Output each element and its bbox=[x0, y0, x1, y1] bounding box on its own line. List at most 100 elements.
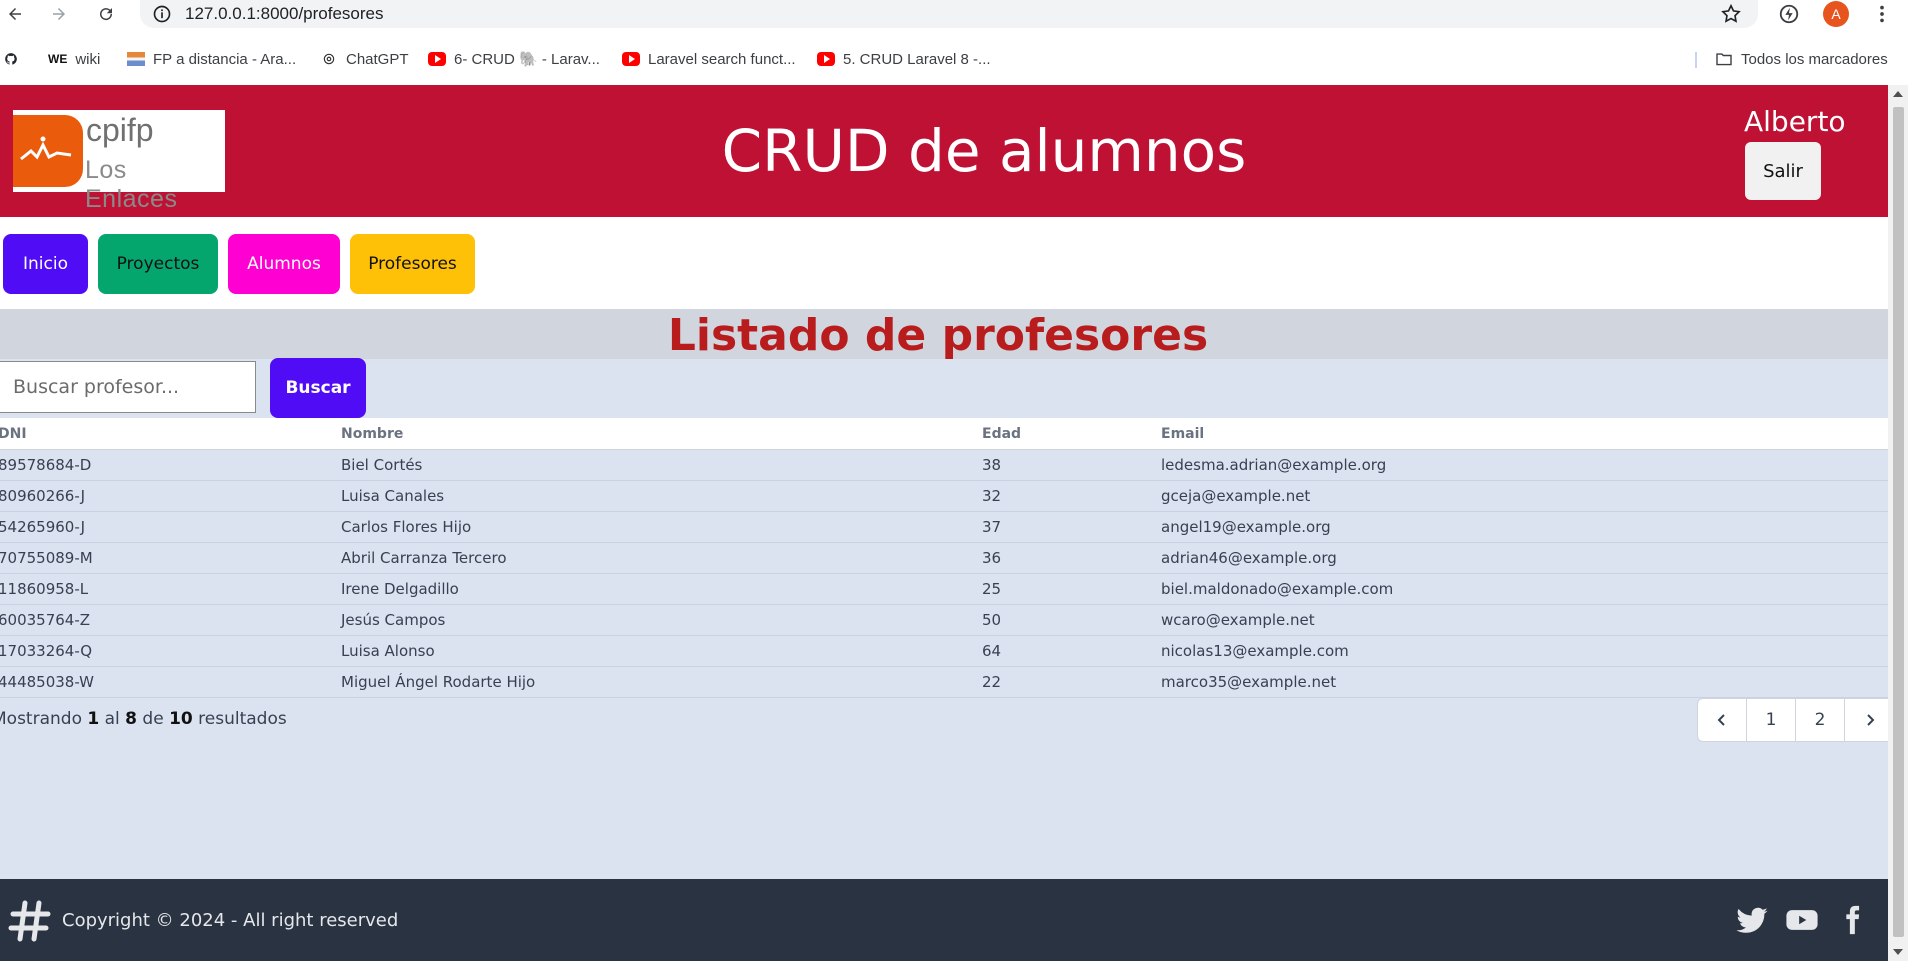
cell-dni: 89578684-D bbox=[0, 456, 92, 474]
table-row: 11860958-L Irene Delgadillo 25 biel.maldona… bbox=[0, 574, 1888, 605]
browser-toolbar: 127.0.0.1:8000/profesores A bbox=[0, 0, 1908, 28]
reload-button[interactable] bbox=[95, 3, 117, 25]
star-icon[interactable] bbox=[1720, 3, 1742, 25]
we-icon: WE bbox=[48, 52, 68, 66]
table-row: 54265960-J Carlos Flores Hijo 37 angel19@ex… bbox=[0, 512, 1888, 543]
table-row: 70755089-M Abril Carranza Tercero 36 adrian… bbox=[0, 543, 1888, 574]
bookmark-crud-laravel[interactable]: 6- CRUD 🐘 - Larav... bbox=[428, 49, 600, 69]
cell-email: biel.maldonado@example.com bbox=[1161, 580, 1394, 598]
forward-button[interactable] bbox=[48, 3, 70, 25]
site-header: cpifp Los Enlaces CRUD de alumnos Albert… bbox=[0, 85, 1888, 217]
bookmarks-bar: WE wiki FP a distancia - Ara... ChatGPT … bbox=[0, 44, 1908, 74]
table-row: 44485038-W Miguel Ángel Rodarte Hijo 22 mar… bbox=[0, 667, 1888, 698]
pagination: 1 2 bbox=[1697, 698, 1895, 742]
next-page-button[interactable] bbox=[1845, 699, 1894, 741]
reload-icon bbox=[100, 8, 113, 21]
cell-email: adrian46@example.org bbox=[1161, 549, 1337, 567]
table-header: DNI Nombre Edad Email bbox=[0, 418, 1888, 450]
vertical-scrollbar[interactable] bbox=[1888, 85, 1908, 961]
info-icon[interactable] bbox=[152, 4, 172, 24]
cell-nombre: Carlos Flores Hijo bbox=[341, 518, 472, 536]
cell-nombre: Biel Cortés bbox=[341, 456, 423, 474]
chevron-left-icon bbox=[1717, 714, 1725, 726]
cell-dni: 80960266-J bbox=[0, 487, 86, 505]
cell-edad: 37 bbox=[982, 518, 1002, 536]
twitter-icon[interactable] bbox=[1735, 903, 1769, 937]
cell-email: ledesma.adrian@example.org bbox=[1161, 456, 1387, 474]
cell-dni: 11860958-L bbox=[0, 580, 89, 598]
cell-nombre: Luisa Alonso bbox=[341, 642, 435, 660]
scroll-up-arrow-icon[interactable] bbox=[1893, 91, 1903, 97]
menu-profesores[interactable]: Profesores bbox=[350, 234, 475, 294]
cell-edad: 22 bbox=[982, 673, 1002, 691]
summary-from: 1 bbox=[87, 709, 100, 729]
menu-proyectos[interactable]: Proyectos bbox=[98, 234, 218, 294]
cell-dni: 17033264-Q bbox=[0, 642, 93, 660]
summary-de: de bbox=[142, 709, 164, 729]
menu-inicio[interactable]: Inicio bbox=[3, 234, 88, 294]
page-2-button[interactable]: 2 bbox=[1796, 699, 1845, 741]
bookmark-fp-distancia[interactable]: FP a distancia - Ara... bbox=[127, 49, 296, 69]
bookmark-separator bbox=[1695, 52, 1697, 68]
site-footer: Copyright © 2024 - All right reserved bbox=[0, 879, 1888, 961]
folder-icon bbox=[1716, 53, 1732, 66]
all-bookmarks-label: Todos los marcadores bbox=[1741, 50, 1888, 68]
summary-suffix: resultados bbox=[198, 709, 287, 729]
summary-to: 8 bbox=[125, 709, 138, 729]
page-1-button[interactable]: 1 bbox=[1747, 699, 1796, 741]
bookmark-label: Laravel search funct... bbox=[648, 50, 796, 68]
cell-edad: 32 bbox=[982, 487, 1002, 505]
fp-icon bbox=[127, 52, 145, 66]
openai-icon bbox=[323, 53, 335, 65]
results-summary: Mostrando 1 al 8 de 10 resultados bbox=[0, 709, 287, 729]
cell-dni: 70755089-M bbox=[0, 549, 93, 567]
search-button[interactable]: Buscar bbox=[270, 358, 366, 418]
cell-email: nicolas13@example.com bbox=[1161, 642, 1349, 660]
table-row: 17033264-Q Luisa Alonso 64 nicolas13@exampl… bbox=[0, 636, 1888, 667]
cell-email: angel19@example.org bbox=[1161, 518, 1331, 536]
menu-alumnos[interactable]: Alumnos bbox=[228, 234, 340, 294]
address-bar[interactable]: 127.0.0.1:8000/profesores bbox=[140, 0, 1758, 28]
scrollbar-thumb[interactable] bbox=[1893, 107, 1904, 937]
search-input[interactable] bbox=[0, 361, 256, 413]
cell-edad: 36 bbox=[982, 549, 1002, 567]
summary-prefix: Mostrando bbox=[0, 709, 82, 729]
copyright-text: Copyright © 2024 - All right reserved bbox=[62, 910, 399, 931]
back-button[interactable] bbox=[4, 3, 26, 25]
cell-nombre: Miguel Ángel Rodarte Hijo bbox=[341, 673, 536, 691]
bookmark-laravel-search[interactable]: Laravel search funct... bbox=[622, 49, 796, 69]
hashtag-logo-icon bbox=[8, 900, 51, 942]
user-name: Alberto bbox=[1744, 105, 1846, 138]
bookmark-chatgpt[interactable]: ChatGPT bbox=[320, 49, 409, 69]
cell-email: marco35@example.net bbox=[1161, 673, 1337, 691]
bookmark-label: wiki bbox=[75, 50, 101, 68]
bookmark-github[interactable] bbox=[2, 49, 20, 69]
performance-icon[interactable] bbox=[1777, 2, 1801, 26]
bookmark-crud-laravel-8[interactable]: 5. CRUD Laravel 8 -... bbox=[817, 49, 991, 69]
page: cpifp Los Enlaces CRUD de alumnos Albert… bbox=[0, 85, 1895, 961]
table-row: 80960266-J Luisa Canales 32 gceja@example.n… bbox=[0, 481, 1888, 512]
cell-dni: 60035764-Z bbox=[0, 611, 91, 629]
cell-edad: 64 bbox=[982, 642, 1002, 660]
all-bookmarks[interactable]: Todos los marcadores bbox=[1715, 49, 1888, 69]
bookmark-wiki[interactable]: WE wiki bbox=[48, 49, 100, 69]
profile-avatar[interactable]: A bbox=[1823, 1, 1849, 27]
main-menu: Inicio Proyectos Alumnos Profesores bbox=[0, 217, 1888, 309]
column-email: Email bbox=[1161, 426, 1205, 442]
kebab-menu-icon[interactable] bbox=[1870, 2, 1894, 26]
youtube-icon bbox=[428, 52, 446, 66]
cell-edad: 38 bbox=[982, 456, 1002, 474]
page-title: Listado de profesores bbox=[667, 310, 1209, 361]
column-edad: Edad bbox=[982, 426, 1022, 442]
logout-button[interactable]: Salir bbox=[1745, 142, 1821, 200]
table-row: 89578684-D Biel Cortés 38 ledesma.adrian@ex… bbox=[0, 450, 1888, 481]
scroll-down-arrow-icon[interactable] bbox=[1893, 949, 1903, 955]
cell-email: gceja@example.net bbox=[1161, 487, 1311, 505]
facebook-icon[interactable] bbox=[1835, 903, 1869, 937]
summary-total: 10 bbox=[169, 709, 193, 729]
youtube-icon[interactable] bbox=[1785, 903, 1819, 937]
cell-nombre: Irene Delgadillo bbox=[341, 580, 459, 598]
youtube-icon bbox=[817, 52, 835, 66]
previous-page-button[interactable] bbox=[1698, 699, 1747, 741]
listing-header: Listado de profesores bbox=[0, 309, 1888, 361]
